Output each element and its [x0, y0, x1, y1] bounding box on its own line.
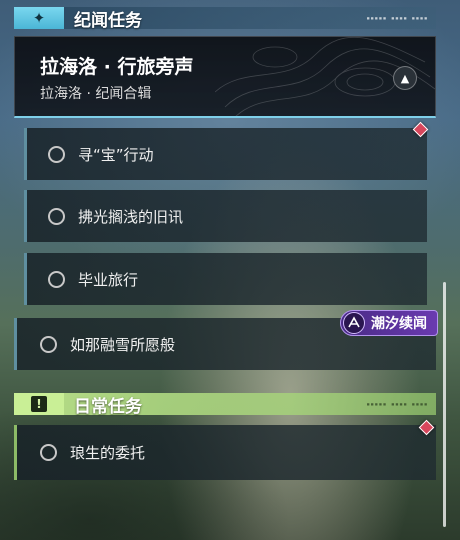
wave-emblem-icon — [343, 312, 365, 334]
story-quests-badge: ✦ — [14, 7, 64, 29]
quest-accent-bar — [24, 253, 27, 305]
quest-accent-bar — [24, 128, 27, 180]
quest-label: 琅生的委托 — [70, 444, 146, 462]
quest-accent-bar — [14, 425, 17, 480]
daily-quests-badge: ! — [14, 393, 64, 415]
series-badge-label: 潮汐续闻 — [371, 316, 427, 332]
quest-label: 寻“宝”行动 — [78, 145, 154, 164]
daily-quests-title: 日常任务 — [74, 396, 142, 417]
quest-label: 毕业旅行 — [78, 270, 139, 289]
series-badge: 潮汐续闻 — [340, 310, 438, 336]
story-quests-header[interactable]: ✦ 纪闻任务 ▪▪▪▪▪ ▪▪▪▪ ▪▪▪▪ — [14, 7, 436, 31]
quest-item-graduation-trip[interactable]: 毕业旅行 — [24, 253, 427, 305]
quest-label: 拂光搁浅的旧讯 — [78, 207, 184, 226]
quest-item-langsheng-commission[interactable]: 琅生的委托 — [14, 425, 436, 480]
quest-status-circle-icon — [48, 207, 65, 225]
exclamation-box-icon: ! — [31, 396, 47, 412]
scrollbar[interactable] — [443, 282, 446, 527]
diamond-star-icon: ✦ — [32, 8, 46, 27]
story-quests-title: 纪闻任务 — [74, 10, 142, 31]
header-decoration: ▪▪▪▪▪ ▪▪▪▪ ▪▪▪▪ — [366, 14, 428, 22]
quest-status-circle-icon — [48, 145, 65, 163]
quest-status-circle-icon — [40, 444, 57, 461]
quest-status-circle-icon — [40, 335, 57, 353]
quest-accent-bar — [24, 190, 27, 242]
quest-item-treasure-hunt[interactable]: 寻“宝”行动 — [24, 128, 427, 180]
quest-status-circle-icon — [48, 270, 65, 288]
quest-accent-bar — [14, 318, 17, 370]
quest-chain-subtitle: 拉海洛 · 纪闻合辑 — [40, 86, 152, 102]
quest-chain-title: 拉海洛 · 行旅旁声 — [40, 56, 194, 78]
quest-item-old-news[interactable]: 拂光搁浅的旧讯 — [24, 190, 427, 242]
header-decoration: ▪▪▪▪▪ ▪▪▪▪ ▪▪▪▪ — [366, 400, 428, 408]
collapse-chain-button[interactable]: ▲ — [393, 66, 417, 90]
quest-label: 如那融雪所愿般 — [70, 335, 176, 354]
quest-chain-card[interactable]: 拉海洛 · 行旅旁声 拉海洛 · 纪闻合辑 — [14, 36, 436, 118]
chevron-up-icon: ▲ — [400, 71, 410, 85]
daily-quests-header[interactable]: ! 日常任务 ▪▪▪▪▪ ▪▪▪▪ ▪▪▪▪ — [14, 393, 436, 417]
